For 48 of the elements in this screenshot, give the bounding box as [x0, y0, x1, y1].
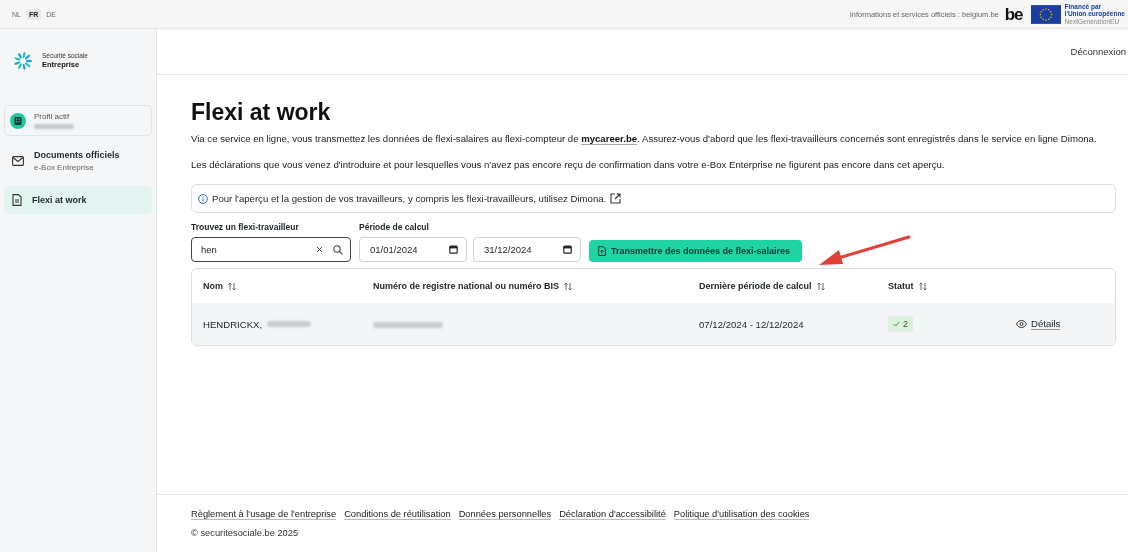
blurred-text	[373, 321, 443, 328]
page-title: Flexi at work	[191, 99, 332, 126]
sort-icon[interactable]	[816, 281, 825, 291]
check-icon	[893, 321, 900, 327]
column-header[interactable]: Dernière période de calcul	[699, 281, 812, 291]
date-field[interactable]: 31/12/2024	[473, 237, 581, 262]
table-cell-text: 07/12/2024 - 12/12/2024	[699, 318, 805, 330]
sidebar-item[interactable]: Flexi at work	[4, 186, 152, 214]
footer-link[interactable]: Règlement à l'usage de l'entreprise	[191, 509, 337, 520]
intro-paragraph: Via ce service en ligne, vous transmettez les données de flexi-salaires au flexi-compteur de mycareer.be. Assurez-vous d'abord que les flexi-travailleurs concernés sont enregistrés dans le service en ligne Dimona.	[191, 132, 1098, 146]
sidebar-item[interactable]: Documents officiels e-Box Entreprise	[4, 142, 152, 180]
calendar-icon[interactable]	[563, 245, 572, 254]
calendar-icon[interactable]	[449, 245, 458, 254]
footer-link[interactable]: Politique d'utilisation des cookies	[673, 509, 810, 520]
submit-button[interactable]: Transmettre des données de flexi-salaires	[589, 240, 803, 262]
copyright-text: © securitesociale.be 2025	[191, 528, 300, 538]
column-header[interactable]: Statut	[888, 281, 914, 291]
sort-icon[interactable]	[228, 281, 236, 291]
search-field[interactable]: hen	[191, 237, 351, 262]
envelope-icon	[12, 156, 24, 166]
building-icon	[10, 112, 26, 129]
document-icon	[12, 194, 22, 206]
document-icon	[598, 246, 606, 256]
status-badge: 2	[888, 316, 913, 332]
blurred-text	[267, 321, 312, 327]
table-cell: HENDRICKX,	[203, 318, 263, 330]
info-paragraph: Les déclarations que vous venez d'introduire et pour lesquelles vous n'avez pas encore reçu de confirmation dans votre e-Box Enterprise ne figurent pas encore dans cet aperçu.	[191, 158, 946, 172]
eye-icon	[1016, 320, 1027, 328]
date-field[interactable]: 01/01/2024	[359, 237, 467, 262]
search-icon[interactable]	[333, 244, 343, 255]
field-label: Trouvez un flexi-travailleur	[191, 222, 300, 232]
clear-icon[interactable]	[316, 246, 323, 253]
footer-link[interactable]: Déclaration d'accessibilité	[559, 509, 666, 520]
be-logo[interactable]: be	[1004, 5, 1023, 23]
sort-icon[interactable]	[918, 281, 927, 291]
details-link[interactable]: Détails	[1016, 318, 1115, 330]
footer-link[interactable]: Données personnelles	[458, 509, 552, 520]
profile-card[interactable]: Profil actif	[4, 105, 152, 136]
external-link-icon[interactable]	[610, 193, 622, 204]
notice-text: Pour l'aperçu et la gestion de vos travailleurs, y compris les flexi-travailleurs, utilisez Dimona.	[212, 193, 607, 204]
column-header[interactable]: Numéro de registre national ou numéro BIS	[373, 281, 560, 291]
footer-link[interactable]: Conditions de réutilisation	[344, 509, 451, 520]
field-label: Période de calcul	[359, 222, 430, 232]
info-icon	[198, 193, 208, 204]
column-header[interactable]: Nom	[203, 281, 223, 291]
eu-flag-icon	[1030, 4, 1061, 24]
logout-link[interactable]: Déconnexion	[1070, 46, 1126, 57]
sort-icon[interactable]	[564, 281, 573, 291]
